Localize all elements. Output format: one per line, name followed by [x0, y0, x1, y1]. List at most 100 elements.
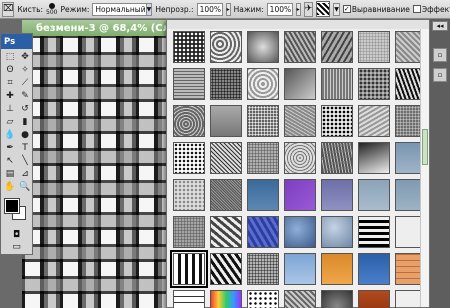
pattern-tile[interactable] — [358, 105, 390, 137]
pattern-tile[interactable] — [358, 68, 390, 100]
pattern-tile[interactable] — [321, 68, 353, 100]
aligned-label: Выравнивание — [351, 4, 410, 14]
pattern-tile[interactable] — [210, 290, 242, 308]
zoom-tool-icon[interactable]: 🔍 — [18, 181, 32, 193]
color-swatches — [1, 195, 32, 229]
lasso-tool-icon[interactable]: ʘ — [3, 64, 17, 76]
pattern-tile[interactable] — [210, 105, 242, 137]
marquee-tool-icon[interactable]: ⬚ — [3, 51, 17, 63]
brush-picker[interactable]: 500 — [46, 1, 57, 17]
mode-select[interactable]: Нормальный ▼ — [92, 2, 153, 16]
pattern-tile[interactable] — [284, 179, 316, 211]
pattern-tile[interactable] — [358, 216, 390, 248]
pattern-tile[interactable] — [284, 105, 316, 137]
document-canvas[interactable] — [22, 36, 172, 308]
brush-size: 500 — [46, 8, 58, 16]
pattern-tile[interactable] — [247, 105, 279, 137]
pattern-tile[interactable] — [247, 68, 279, 100]
blur-tool-icon[interactable]: 💧 — [3, 129, 17, 141]
brush-tool-icon[interactable]: ✎ — [18, 90, 32, 102]
pattern-tile[interactable] — [210, 31, 242, 63]
aligned-checkbox[interactable]: ✓ Выравнивание — [342, 4, 410, 14]
pattern-tile[interactable] — [247, 290, 279, 308]
pattern-tile[interactable] — [321, 253, 353, 285]
pattern-tile[interactable] — [247, 31, 279, 63]
pattern-tile[interactable] — [284, 68, 316, 100]
eraser-tool-icon[interactable]: ▱ — [3, 116, 17, 128]
pattern-tile[interactable] — [173, 290, 205, 308]
move-tool-icon[interactable]: ✥ — [18, 51, 32, 63]
path-selection-tool-icon[interactable]: ↖ — [3, 155, 17, 167]
panel-toggle-icon[interactable]: ▫ — [433, 48, 447, 62]
pattern-tile[interactable] — [321, 142, 353, 174]
impressionist-checkbox[interactable]: Эффект — [412, 5, 450, 14]
healing-brush-tool-icon[interactable]: ✚ — [3, 90, 17, 102]
clone-stamp-tool-icon[interactable]: ⊥ — [3, 103, 17, 115]
shape-tool-icon[interactable]: ╲ — [18, 155, 32, 167]
pattern-tile[interactable] — [173, 179, 205, 211]
pattern-tile[interactable] — [321, 31, 353, 63]
pattern-tile[interactable] — [210, 68, 242, 100]
pattern-scrollbar[interactable] — [420, 29, 429, 307]
pattern-tile[interactable] — [358, 31, 390, 63]
pattern-tile[interactable] — [247, 216, 279, 248]
pattern-tile[interactable] — [210, 179, 242, 211]
pen-tool-icon[interactable]: ✒ — [3, 142, 17, 154]
pattern-tile[interactable] — [321, 290, 353, 308]
pattern-tile[interactable] — [321, 179, 353, 211]
pattern-tile[interactable] — [247, 142, 279, 174]
magic-wand-tool-icon[interactable]: ✧ — [18, 64, 32, 76]
pattern-tile[interactable] — [173, 216, 205, 248]
pattern-tile[interactable] — [210, 253, 242, 285]
mode-label: Режим: — [60, 4, 90, 14]
pattern-tile[interactable] — [321, 105, 353, 137]
pattern-tile[interactable] — [358, 142, 390, 174]
quick-mask-icon[interactable]: ◘ — [1, 229, 32, 241]
pattern-tile[interactable] — [284, 216, 316, 248]
gradient-tool-icon[interactable]: ▮ — [18, 116, 32, 128]
pattern-tile[interactable] — [247, 179, 279, 211]
foreground-color-swatch[interactable] — [4, 198, 20, 214]
pattern-tile[interactable] — [247, 253, 279, 285]
pattern-tile[interactable] — [284, 142, 316, 174]
pattern-tile[interactable] — [358, 290, 390, 308]
eyedropper-tool-icon[interactable]: ⊿ — [18, 168, 32, 180]
hand-tool-icon[interactable]: ✋ — [3, 181, 17, 193]
opacity-label: Непрозр.: — [155, 4, 194, 14]
pattern-tile[interactable] — [321, 216, 353, 248]
pattern-tile[interactable] — [170, 250, 208, 288]
opacity-field[interactable]: 100% — [196, 2, 223, 16]
crop-tool-icon[interactable]: ⌗ — [3, 77, 17, 89]
pattern-tile[interactable] — [210, 142, 242, 174]
airbrush-icon[interactable]: ✈ — [303, 1, 314, 17]
type-tool-icon[interactable]: T — [18, 142, 32, 154]
document-tab[interactable]: безмени-3 @ 68,4% (Слой — [22, 20, 172, 36]
pattern-tile[interactable] — [173, 68, 205, 100]
pattern-picker-button[interactable] — [316, 1, 331, 17]
double-arrow-icon[interactable]: ◂◂ — [432, 21, 448, 31]
notes-tool-icon[interactable]: ▤ — [3, 168, 17, 180]
pattern-tile[interactable] — [210, 216, 242, 248]
pattern-tile[interactable] — [284, 31, 316, 63]
pressure-slider-button[interactable]: ▸ — [295, 2, 301, 16]
pattern-tile[interactable] — [173, 105, 205, 137]
panel-toggle-icon[interactable]: ▫ — [433, 68, 447, 82]
pattern-tile[interactable] — [284, 290, 316, 308]
pattern-tile[interactable] — [358, 253, 390, 285]
pattern-dropdown-icon[interactable]: ▼ — [333, 2, 340, 16]
stamp-icon[interactable]: ⌧ — [2, 1, 15, 17]
history-brush-tool-icon[interactable]: ↺ — [18, 103, 32, 115]
pattern-tile[interactable] — [284, 253, 316, 285]
pattern-tile[interactable] — [173, 142, 205, 174]
toolbox: Ps ⬚ ✥ ʘ ✧ ⌗ ⟋ ✚ ✎ ⊥ ↺ ▱ ▮ 💧 ● ✒ T ↖ ╲ ▤… — [0, 33, 33, 255]
pattern-tile[interactable] — [173, 31, 205, 63]
pressure-field[interactable]: 100% — [266, 2, 293, 16]
screen-mode-icon[interactable]: ▭ — [1, 241, 32, 253]
pattern-tile[interactable] — [358, 179, 390, 211]
pressure-value: 100% — [269, 4, 292, 14]
opacity-slider-button[interactable]: ▸ — [225, 2, 231, 16]
slice-tool-icon[interactable]: ⟋ — [18, 77, 32, 89]
scrollbar-thumb[interactable] — [422, 129, 428, 165]
dodge-tool-icon[interactable]: ● — [18, 129, 32, 141]
aligned-check-icon: ✓ — [342, 4, 351, 13]
